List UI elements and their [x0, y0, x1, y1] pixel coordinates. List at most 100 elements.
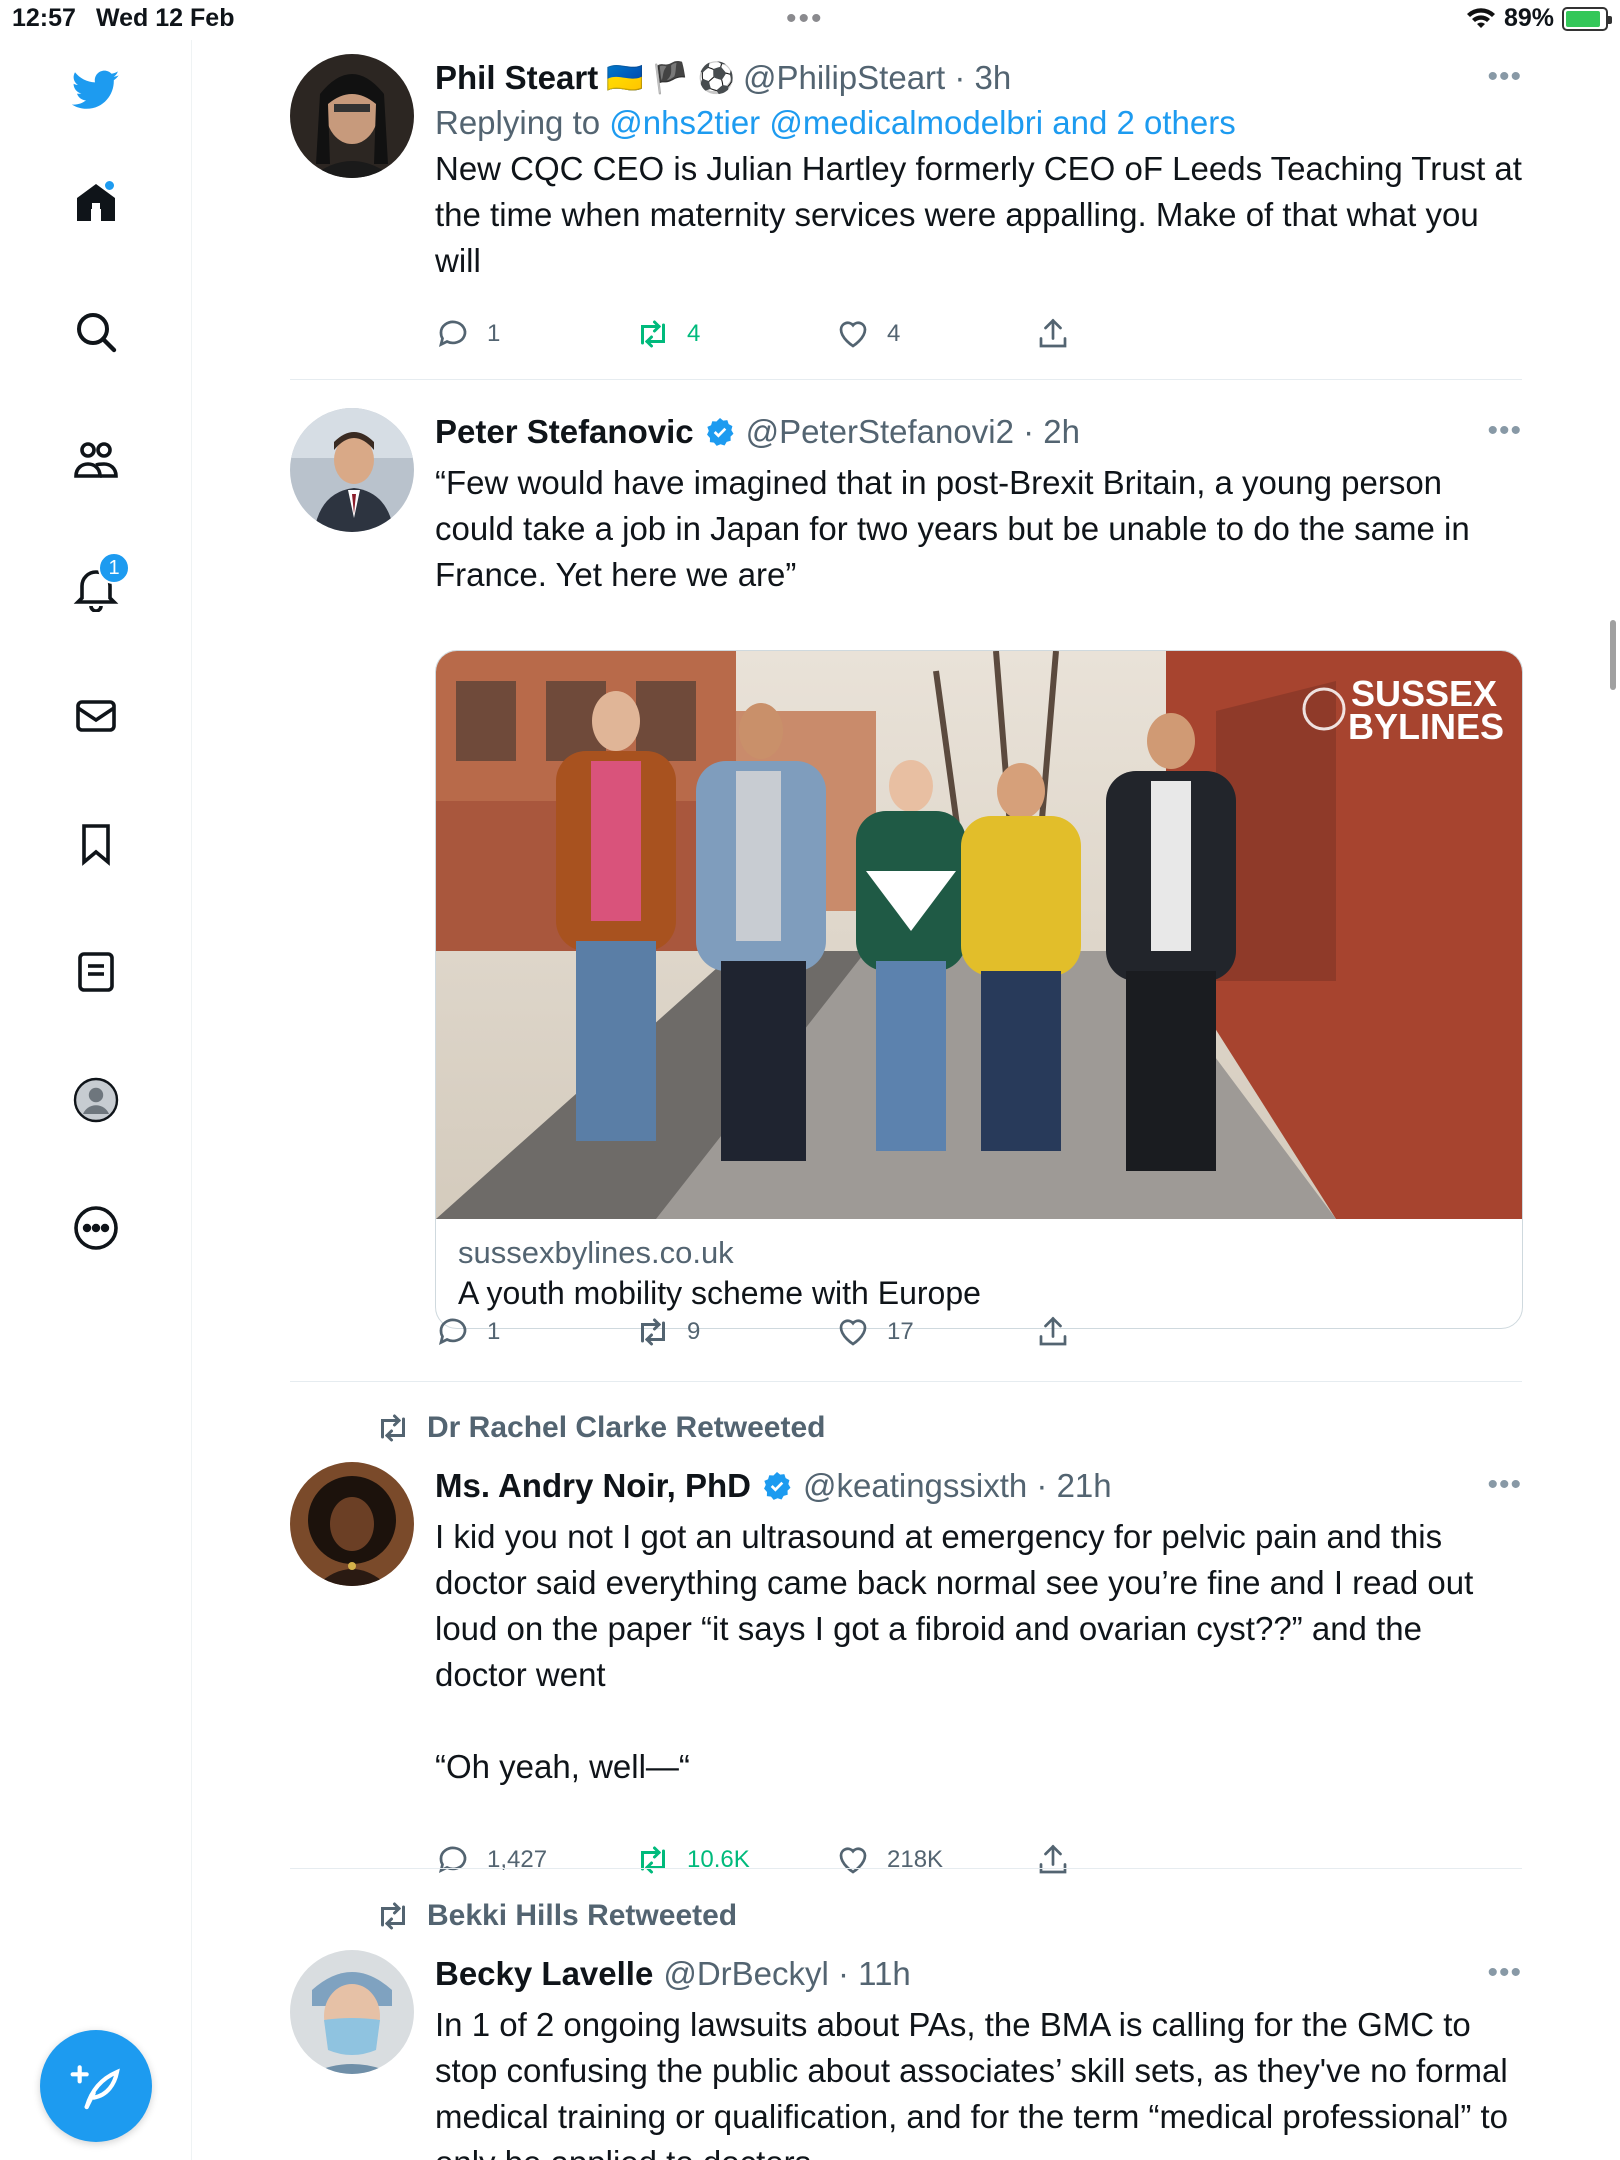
search-icon[interactable] [66, 302, 126, 362]
tweet[interactable]: Bekki Hills Retweeted Becky Lavelle @DrB… [290, 1898, 1522, 2160]
reply-icon [438, 1846, 467, 1874]
author-handle[interactable]: @PhilipSteart [743, 59, 945, 97]
tweet[interactable]: Dr Rachel Clarke Retweeted Ms. Andry Noi… [290, 1410, 1522, 1874]
link-card-title: A youth mobility scheme with Europe [458, 1275, 981, 1311]
tweet-header: Becky Lavelle @DrBeckyl · 11h [435, 1955, 911, 1993]
reply-button[interactable]: 1 [435, 316, 500, 352]
retweeted-by[interactable]: Bekki Hills Retweeted [375, 1898, 737, 1934]
tweet[interactable]: Phil Steart 🇺🇦 🏴 ⚽ @PhilipSteart · 3h ••… [290, 54, 1522, 374]
replying-to: Replying to @nhs2tier @medicalmodelbri a… [435, 104, 1236, 141]
compose-feather-icon [70, 2065, 120, 2110]
avatar[interactable] [290, 408, 414, 532]
tweet-time[interactable]: 21h [1057, 1467, 1112, 1505]
home-icon[interactable] [66, 173, 126, 233]
retweet-icon [641, 1846, 665, 1874]
retweet-icon [641, 1318, 665, 1346]
share-icon [1039, 318, 1067, 348]
tweet-time[interactable]: 3h [975, 59, 1012, 97]
like-button[interactable]: 218K [835, 1842, 943, 1878]
retweet-icon [381, 1902, 405, 1930]
status-bar: 12:57 Wed 12 Feb ••• 89% [0, 0, 1620, 40]
more-options-icon[interactable]: ••• [1487, 1468, 1522, 1502]
more-options-icon[interactable]: ••• [1487, 414, 1522, 448]
tweet-text: New CQC CEO is Julian Hartley formerly C… [435, 150, 1532, 279]
link-card-image[interactable]: SUSSEX BYLINES [436, 651, 1522, 1219]
battery-fill [1566, 10, 1600, 27]
reply-icon [438, 1318, 467, 1346]
retweet-button[interactable]: 9 [635, 1314, 700, 1350]
tweet-actions: 1,427 10.6K 218K [435, 1842, 1135, 1882]
verified-badge-icon [764, 1472, 791, 1500]
retweet-button[interactable]: 4 [635, 316, 700, 352]
tweet-header: Peter Stefanovic @PeterStefanovi2 · 2h [435, 413, 1080, 451]
avatar[interactable] [290, 1462, 414, 1586]
more-options-icon[interactable]: ••• [1487, 1956, 1522, 1990]
tweet-header: Phil Steart 🇺🇦 🏴 ⚽ @PhilipSteart · 3h [435, 59, 1012, 97]
author-name[interactable]: Ms. Andry Noir, PhD [435, 1467, 751, 1505]
tweet-time[interactable]: 2h [1043, 413, 1080, 451]
tweet[interactable]: Peter Stefanovic @PeterStefanovi2 · 2h •… [290, 408, 1523, 1388]
reply-mentions-link[interactable]: @nhs2tier @medicalmodelbri and 2 others [609, 104, 1235, 141]
link-card-domain: sussexbylines.co.uk [458, 1235, 734, 1270]
status-date: Wed 12 Feb [96, 4, 235, 32]
share-button[interactable] [1035, 316, 1071, 352]
author-name[interactable]: Becky Lavelle [435, 1955, 653, 1993]
compose-tweet-button[interactable] [40, 2030, 152, 2142]
author-handle[interactable]: @DrBeckyl [663, 1955, 829, 1993]
share-icon [1039, 1844, 1067, 1874]
tweet-text: “Few would have imagined that in post-Br… [435, 464, 1479, 593]
home-new-dot [103, 179, 116, 192]
share-button[interactable] [1035, 1842, 1071, 1878]
status-time: 12:57 [12, 4, 76, 32]
like-button[interactable]: 4 [835, 316, 900, 352]
avatar[interactable] [290, 1950, 414, 2074]
sidebar: 1 [0, 40, 192, 2160]
tweet-header: Ms. Andry Noir, PhD @keatingssixth · 21h [435, 1467, 1112, 1505]
name-emojis: 🇺🇦 🏴 ⚽ [606, 61, 735, 95]
battery-icon [1562, 6, 1612, 31]
twitter-bird-icon[interactable] [66, 60, 126, 120]
share-button[interactable] [1035, 1314, 1071, 1350]
more-circle-icon[interactable] [66, 1198, 126, 1258]
tweet-divider [290, 379, 1522, 380]
link-card-meta[interactable]: sussexbylines.co.uk A youth mobility sch… [436, 1219, 1522, 1328]
retweeted-by[interactable]: Dr Rachel Clarke Retweeted [375, 1410, 826, 1446]
bookmark-icon[interactable] [66, 814, 126, 874]
card-watermark-line2: BYLINES [1348, 706, 1504, 747]
heart-icon [839, 321, 867, 348]
scroll-indicator[interactable] [1610, 620, 1616, 690]
reply-icon [438, 320, 467, 348]
share-icon [1039, 1316, 1067, 1346]
tweet-actions: 1 4 4 [435, 316, 1135, 356]
wifi-icon [1466, 7, 1495, 28]
notifications-bell-icon[interactable]: 1 [66, 552, 130, 618]
verified-badge-icon [706, 418, 734, 446]
communities-icon[interactable] [66, 430, 126, 490]
messages-icon[interactable] [66, 686, 126, 746]
tweet-divider [290, 1381, 1522, 1382]
notifications-badge: 1 [98, 552, 130, 584]
heart-icon [839, 1847, 867, 1874]
tweet-actions: 1 9 17 [435, 1314, 1135, 1354]
author-name[interactable]: Phil Steart [435, 59, 598, 97]
tweet-text: In 1 of 2 ongoing lawsuits about PAs, th… [435, 2006, 1509, 2160]
author-handle[interactable]: @keatingssixth [803, 1467, 1027, 1505]
lists-icon[interactable] [66, 942, 126, 1002]
reply-button[interactable]: 1,427 [435, 1842, 547, 1878]
battery-percent: 89% [1503, 4, 1554, 32]
more-options-icon[interactable]: ••• [1487, 60, 1522, 94]
heart-icon [839, 1319, 867, 1346]
author-name[interactable]: Peter Stefanovic [435, 413, 694, 451]
retweet-button[interactable]: 10.6K [635, 1842, 750, 1878]
tweet-time[interactable]: 11h [858, 1955, 911, 1993]
avatar[interactable] [290, 54, 414, 178]
retweet-icon [641, 320, 665, 348]
author-handle[interactable]: @PeterStefanovi2 [746, 413, 1014, 451]
like-button[interactable]: 17 [835, 1314, 914, 1350]
reply-button[interactable]: 1 [435, 1314, 500, 1350]
status-right: 89% [1466, 4, 1612, 33]
retweet-icon [381, 1414, 405, 1442]
multitasking-dots-icon[interactable]: ••• [786, 2, 824, 36]
link-card[interactable]: SUSSEX BYLINES sussexbylines.co.uk A you… [435, 650, 1523, 1329]
profile-avatar-icon[interactable] [66, 1070, 126, 1130]
